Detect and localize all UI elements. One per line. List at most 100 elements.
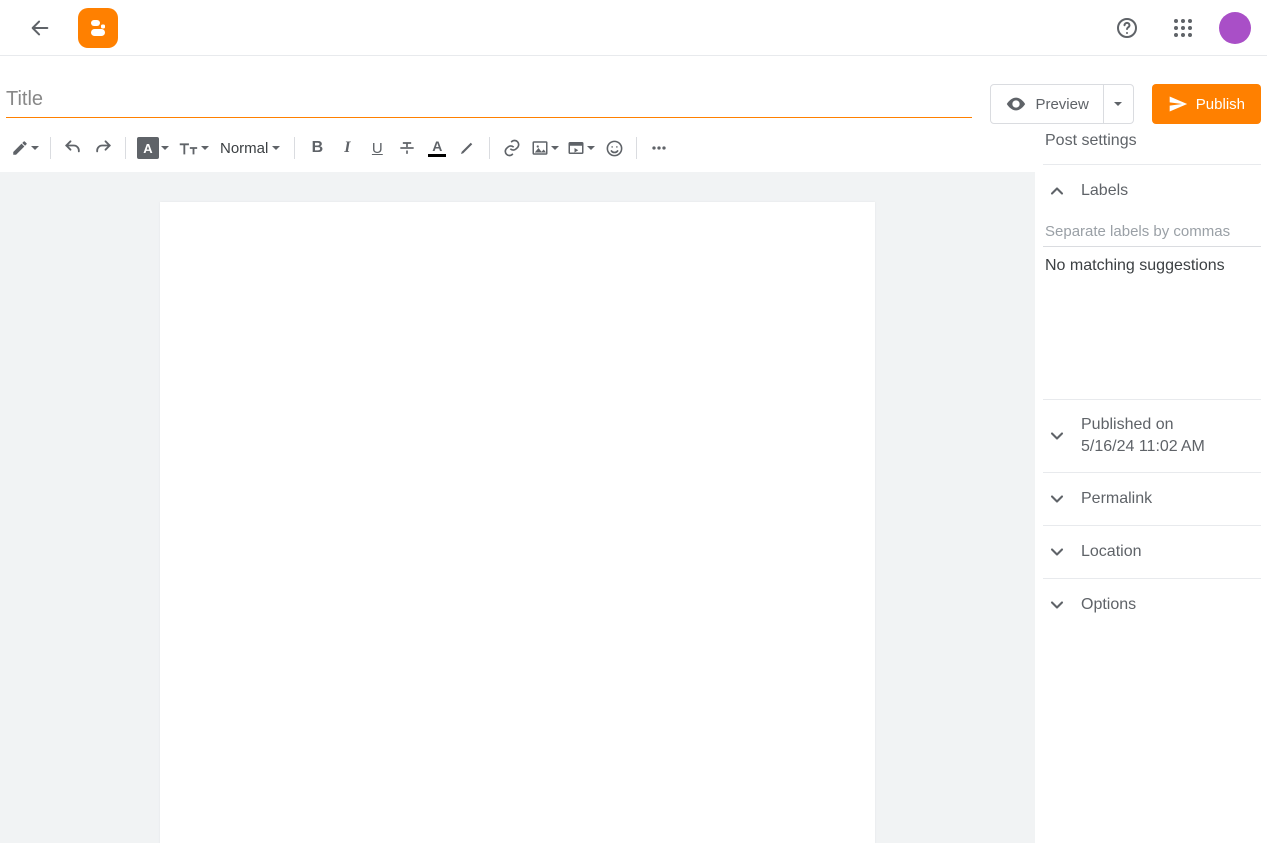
text-color-button[interactable]: A bbox=[423, 133, 451, 163]
location-section-header[interactable]: Location bbox=[1043, 526, 1261, 578]
account-avatar[interactable] bbox=[1219, 12, 1251, 44]
options-section-header[interactable]: Options bbox=[1043, 579, 1261, 631]
post-settings-heading: Post settings bbox=[1043, 124, 1261, 164]
help-button[interactable] bbox=[1107, 8, 1147, 48]
labels-section-title: Labels bbox=[1081, 182, 1128, 200]
strikethrough-icon bbox=[397, 138, 417, 158]
settings-section-options: Options bbox=[1043, 578, 1261, 631]
insert-image-button[interactable] bbox=[528, 133, 562, 163]
editor-column: A Normal B I U bbox=[0, 124, 1035, 843]
emoji-icon bbox=[605, 139, 624, 158]
labels-body: No matching suggestions bbox=[1043, 217, 1261, 399]
settings-section-published: Published on 5/16/24 11:02 AM bbox=[1043, 399, 1261, 472]
bold-icon: B bbox=[312, 139, 324, 157]
preview-dropdown-button[interactable] bbox=[1103, 85, 1133, 123]
labels-section-header[interactable]: Labels bbox=[1043, 165, 1261, 217]
image-icon bbox=[531, 139, 549, 157]
title-field-container bbox=[6, 84, 972, 118]
caret-down-icon bbox=[551, 146, 559, 150]
chevron-down-icon bbox=[1047, 489, 1067, 509]
preview-label: Preview bbox=[1035, 96, 1088, 113]
italic-icon: I bbox=[344, 139, 350, 157]
more-horizontal-icon bbox=[649, 138, 669, 158]
back-button[interactable] bbox=[20, 8, 60, 48]
published-line1: Published on bbox=[1081, 416, 1205, 434]
published-section-header[interactable]: Published on 5/16/24 11:02 AM bbox=[1043, 400, 1261, 472]
toolbar-separator bbox=[50, 137, 51, 159]
eye-icon bbox=[1005, 93, 1027, 115]
publish-button[interactable]: Publish bbox=[1152, 84, 1261, 124]
apps-button[interactable] bbox=[1163, 8, 1203, 48]
editor-toolbar: A Normal B I U bbox=[0, 124, 1035, 172]
highlight-color-button[interactable] bbox=[453, 133, 481, 163]
chevron-up-icon bbox=[1047, 181, 1067, 201]
arrow-back-icon bbox=[29, 17, 51, 39]
options-title: Options bbox=[1081, 596, 1136, 614]
underline-icon: U bbox=[372, 140, 383, 157]
toolbar-separator bbox=[125, 137, 126, 159]
text-size-icon bbox=[177, 139, 199, 157]
title-actions-row: Preview Publish bbox=[0, 56, 1267, 124]
permalink-section-header[interactable]: Permalink bbox=[1043, 473, 1261, 525]
published-lines: Published on 5/16/24 11:02 AM bbox=[1081, 416, 1205, 456]
preview-button-group: Preview bbox=[990, 84, 1133, 124]
insert-video-button[interactable] bbox=[564, 133, 598, 163]
settings-section-location: Location bbox=[1043, 525, 1261, 578]
labels-input[interactable] bbox=[1043, 217, 1261, 247]
send-icon bbox=[1168, 94, 1188, 114]
font-size-button[interactable] bbox=[174, 133, 212, 163]
caret-down-icon bbox=[587, 146, 595, 150]
text-color-icon: A bbox=[428, 139, 446, 157]
highlighter-icon bbox=[458, 139, 476, 157]
settings-section-labels: Labels No matching suggestions bbox=[1043, 164, 1261, 399]
insert-emoji-button[interactable] bbox=[600, 133, 628, 163]
pencil-icon bbox=[11, 139, 29, 157]
compose-mode-button[interactable] bbox=[8, 133, 42, 163]
redo-button[interactable] bbox=[89, 133, 117, 163]
labels-spacer bbox=[1043, 275, 1261, 381]
published-line2: 5/16/24 11:02 AM bbox=[1081, 438, 1205, 456]
toolbar-separator bbox=[294, 137, 295, 159]
labels-no-match: No matching suggestions bbox=[1043, 247, 1261, 275]
settings-section-permalink: Permalink bbox=[1043, 472, 1261, 525]
help-icon bbox=[1115, 16, 1139, 40]
publish-label: Publish bbox=[1196, 96, 1245, 113]
undo-button[interactable] bbox=[59, 133, 87, 163]
header-left bbox=[20, 8, 118, 48]
insert-link-button[interactable] bbox=[498, 133, 526, 163]
apps-grid-icon bbox=[1173, 18, 1193, 38]
toolbar-separator bbox=[489, 137, 490, 159]
bold-button[interactable]: B bbox=[303, 133, 331, 163]
caret-down-icon bbox=[161, 146, 169, 150]
underline-button[interactable]: U bbox=[363, 133, 391, 163]
chevron-down-icon bbox=[1047, 426, 1067, 446]
paragraph-style-label: Normal bbox=[220, 140, 268, 157]
post-title-input[interactable] bbox=[6, 84, 972, 118]
caret-down-icon bbox=[31, 146, 39, 150]
top-header bbox=[0, 0, 1267, 56]
editor-page[interactable] bbox=[160, 202, 875, 843]
toolbar-separator bbox=[636, 137, 637, 159]
blogger-logo[interactable] bbox=[78, 8, 118, 48]
caret-down-icon bbox=[1114, 102, 1122, 106]
undo-icon bbox=[63, 138, 83, 158]
caret-down-icon bbox=[201, 146, 209, 150]
redo-icon bbox=[93, 138, 113, 158]
strikethrough-button[interactable] bbox=[393, 133, 421, 163]
location-title: Location bbox=[1081, 543, 1142, 561]
caret-down-icon bbox=[272, 146, 280, 150]
editor-canvas-zone bbox=[0, 172, 1035, 843]
permalink-title: Permalink bbox=[1081, 490, 1152, 508]
header-right bbox=[1107, 8, 1251, 48]
font-family-button[interactable]: A bbox=[134, 133, 172, 163]
italic-button[interactable]: I bbox=[333, 133, 361, 163]
post-settings-sidebar: Post settings Labels No matching suggest… bbox=[1035, 124, 1267, 843]
more-options-button[interactable] bbox=[645, 133, 673, 163]
chevron-down-icon bbox=[1047, 542, 1067, 562]
font-type-icon: A bbox=[137, 137, 159, 159]
main-columns: A Normal B I U bbox=[0, 124, 1267, 843]
paragraph-style-select[interactable]: Normal bbox=[214, 140, 286, 157]
chevron-down-icon bbox=[1047, 595, 1067, 615]
preview-button[interactable]: Preview bbox=[991, 85, 1102, 123]
link-icon bbox=[502, 138, 522, 158]
